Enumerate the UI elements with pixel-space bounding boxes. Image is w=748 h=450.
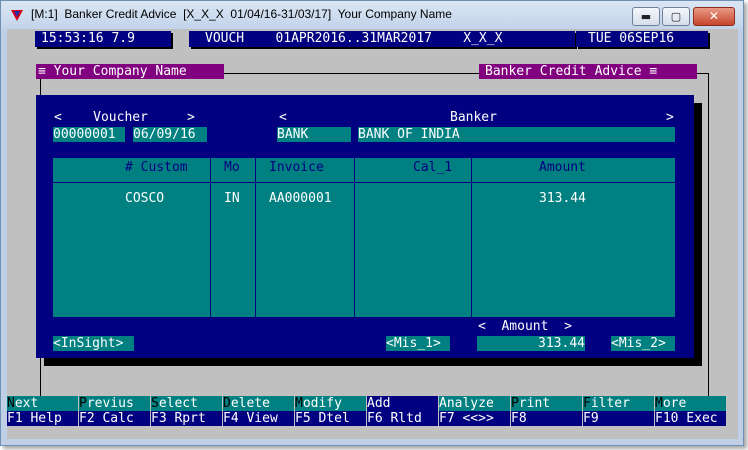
- fkey-select[interactable]: Select F3 Rprt: [151, 396, 222, 426]
- hotkey-letter: S: [151, 396, 159, 411]
- cell-mo[interactable]: IN: [224, 192, 240, 206]
- fkey-add[interactable]: Add F6 Rltd: [367, 396, 438, 426]
- col-header-cal1[interactable]: Cal_1: [413, 161, 452, 175]
- close-icon: ✕: [708, 9, 720, 23]
- fkey-label: ore: [662, 396, 687, 411]
- fkey-more[interactable]: More F10 Exec: [655, 396, 726, 426]
- hotkey-letter: A: [367, 396, 375, 411]
- banker-left-arrow[interactable]: <: [279, 111, 287, 125]
- date-display: TUE 06SEP16: [576, 31, 708, 47]
- column-divider: [210, 158, 211, 317]
- fkey-sub-label: F10 Exec: [655, 411, 726, 426]
- mis1-button[interactable]: <Mis_1>: [386, 336, 450, 351]
- hotkey-letter: P: [511, 396, 519, 411]
- fkey-label: elect: [158, 396, 198, 411]
- cell-custom[interactable]: COSCO: [125, 192, 164, 206]
- cell-invoice[interactable]: AA000001: [269, 192, 332, 206]
- bank-name-field[interactable]: BANK OF INDIA: [358, 127, 675, 142]
- hotkey-letter: M: [655, 396, 663, 411]
- col-header-mo[interactable]: Mo: [224, 161, 240, 175]
- fkey-filter[interactable]: Filter F9: [583, 396, 654, 426]
- fkey-label: revius: [86, 396, 134, 411]
- voucher-label: < Voucher >: [54, 110, 195, 125]
- fkey-previus[interactable]: Previus F2 Calc: [79, 396, 150, 426]
- fkey-label: rint: [518, 396, 551, 411]
- hotkey-letter: F: [583, 396, 591, 411]
- column-divider: [255, 158, 256, 317]
- close-button[interactable]: ✕: [693, 7, 735, 26]
- company-tab[interactable]: ≡ Your Company Name: [36, 64, 224, 79]
- amount-total-field[interactable]: 313.44: [477, 336, 585, 351]
- column-divider: [354, 158, 355, 317]
- module-tab[interactable]: Banker Credit Advice ≡: [479, 64, 697, 79]
- fkey-sub-label: F6 Rltd: [367, 411, 438, 426]
- title-bar[interactable]: [M:1] Banker Credit Advice [X_X_X 01/04/…: [1, 1, 743, 29]
- fkey-sub-label: F9: [583, 411, 654, 426]
- fkey-label: ilter: [590, 396, 630, 411]
- banker-right-arrow[interactable]: >: [666, 111, 674, 125]
- fkey-sub-label: F8: [511, 411, 582, 426]
- insight-button[interactable]: <InSight>: [53, 336, 134, 351]
- frame-right-border: [708, 73, 709, 403]
- cell-amount[interactable]: 313.44: [539, 192, 586, 206]
- fkey-analyze[interactable]: Analyze F7 <<>>: [439, 396, 510, 426]
- fkey-label: odify: [302, 396, 342, 411]
- column-divider: [471, 158, 472, 317]
- hotkey-letter: N: [7, 396, 15, 411]
- fkey-sub-label: F3 Rprt: [151, 411, 222, 426]
- hotkey-letter: D: [223, 396, 231, 411]
- amount-label: < Amount >: [478, 319, 572, 334]
- fkey-sub-label: F5 Dtel: [295, 411, 366, 426]
- fkey-sub-label: F1 Help: [7, 411, 78, 426]
- col-header-invoice[interactable]: Invoice: [269, 161, 324, 175]
- voucher-panel: < Voucher > < Banker > 00000001 06/09/16…: [36, 95, 694, 358]
- minimize-icon: ▬: [640, 10, 652, 23]
- fkey-modify[interactable]: Modify F5 Dtel: [295, 396, 366, 426]
- voucher-number-field[interactable]: 00000001: [53, 127, 125, 142]
- banker-label: Banker: [450, 110, 497, 125]
- terminal-area: 15:53:16 7.9 VOUCH 01APR2016..31MAR2017 …: [7, 29, 738, 439]
- hotkey-letter: M: [295, 396, 303, 411]
- col-header-amount[interactable]: Amount: [539, 161, 586, 175]
- app-window: [M:1] Banker Credit Advice [X_X_X 01/04/…: [0, 0, 744, 446]
- minimize-button[interactable]: ▬: [632, 7, 660, 26]
- fkey-next[interactable]: Next F1 Help: [7, 396, 78, 426]
- fkey-delete[interactable]: Delete F4 View: [223, 396, 294, 426]
- fkey-label: ext: [14, 396, 39, 411]
- hotkey-letter: P: [79, 396, 87, 411]
- invoice-grid: # Custom Mo Invoice Cal_1 Amount COSCO I…: [53, 158, 675, 317]
- fkey-print[interactable]: Print F8: [511, 396, 582, 426]
- col-header-custom[interactable]: # Custom: [125, 161, 188, 175]
- voucher-date-field[interactable]: 06/09/16: [133, 127, 207, 142]
- fkey-sub-label: F2 Calc: [79, 411, 150, 426]
- mis2-button[interactable]: <Mis_2>: [611, 336, 675, 351]
- maximize-button[interactable]: ▢: [662, 7, 690, 26]
- maximize-icon: ▢: [670, 10, 682, 23]
- context-display: VOUCH 01APR2016..31MAR2017 X_X_X: [189, 31, 575, 47]
- bank-code-field[interactable]: BANK: [277, 127, 351, 142]
- fkey-sub-label: F4 View: [223, 411, 294, 426]
- app-logo-icon: [11, 10, 23, 21]
- window-title: [M:1] Banker Credit Advice [X_X_X 01/04/…: [31, 7, 452, 21]
- fkey-label: dd: [374, 396, 391, 411]
- fkey-sub-label: F7 <<>>: [439, 411, 510, 426]
- fkey-label: Analyze: [439, 396, 494, 411]
- fkey-label: elete: [230, 396, 270, 411]
- clock-display: 15:53:16 7.9: [35, 31, 171, 47]
